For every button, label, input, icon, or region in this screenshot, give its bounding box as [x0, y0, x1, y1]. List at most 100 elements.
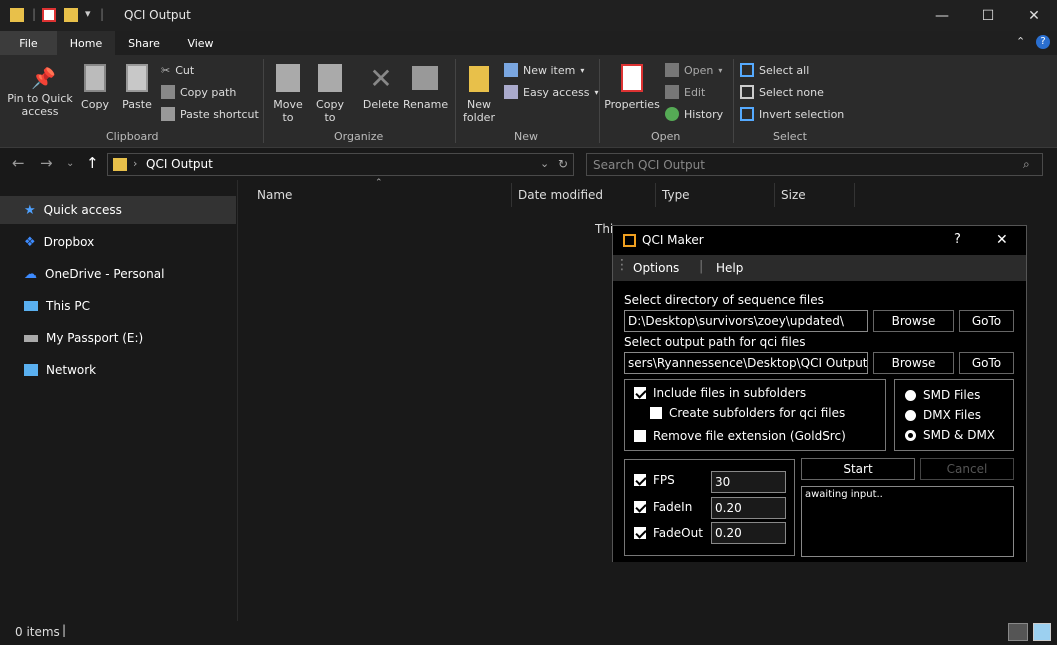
pc-icon	[24, 301, 38, 311]
forward-button[interactable]: →	[40, 154, 53, 172]
new-item-button[interactable]: New item ▾	[504, 61, 584, 79]
seq-dir-input[interactable]: D:\Desktop\survivors\zoey\updated\	[624, 310, 868, 332]
menu-help[interactable]: Help	[716, 261, 743, 275]
output-path-input[interactable]: sers\Ryannessence\Desktop\QCI Output\	[624, 352, 868, 374]
output-browse-button[interactable]: Browse	[873, 352, 954, 374]
fadeout-input[interactable]: 0.20	[711, 522, 786, 544]
close-button[interactable]: ✕	[1011, 0, 1057, 31]
nav-item-this-pc[interactable]: This PC	[0, 292, 236, 320]
search-box[interactable]: Search QCI Output ⌕	[586, 153, 1043, 176]
help-icon[interactable]: ?	[1036, 35, 1050, 49]
invert-selection-button[interactable]: Invert selection	[740, 105, 844, 123]
copy-to-label: Copy to	[316, 98, 344, 124]
properties-quick-icon[interactable]	[42, 8, 56, 22]
folder-icon	[113, 158, 127, 171]
nav-item-dropbox[interactable]: ❖ Dropbox	[0, 228, 236, 256]
new-folder-quick-icon[interactable]	[64, 8, 78, 22]
new-folder-button[interactable]: New folder	[461, 60, 497, 124]
new-item-label: New item	[523, 63, 576, 77]
menu-options[interactable]: Options	[633, 261, 679, 275]
dialog-title: QCI Maker	[642, 233, 704, 247]
remove-extension-checkbox[interactable]: Remove file extension (GoldSrc)	[634, 429, 846, 443]
nav-item-quick-access[interactable]: ★ Quick access	[0, 196, 236, 224]
dialog-help-button[interactable]: ?	[954, 232, 961, 247]
group-clipboard: Clipboard	[106, 130, 159, 143]
fadein-checkbox[interactable]: FadeIn	[634, 500, 692, 514]
move-to-button[interactable]: Move to	[270, 60, 306, 124]
nav-label: This PC	[46, 299, 90, 313]
column-header-name[interactable]: Name	[251, 183, 512, 207]
radio-label: DMX Files	[923, 408, 981, 422]
minimize-button[interactable]: —	[919, 0, 965, 31]
paste-button[interactable]: Paste	[119, 60, 155, 111]
nav-item-network[interactable]: Network	[0, 356, 236, 384]
start-button[interactable]: Start	[801, 458, 915, 480]
history-button[interactable]: History	[665, 105, 723, 123]
column-header-type[interactable]: Type	[656, 183, 775, 207]
up-button[interactable]: ↑	[86, 154, 99, 172]
address-bar[interactable]: › QCI Output ⌄ ↻	[107, 153, 574, 176]
output-goto-button[interactable]: GoTo	[959, 352, 1014, 374]
checkbox-unchecked-icon	[650, 407, 662, 419]
edit-button[interactable]: Edit	[665, 83, 705, 101]
open-label: Open	[684, 63, 714, 77]
move-to-label: Move to	[273, 98, 303, 124]
fadein-label: FadeIn	[653, 500, 693, 514]
radio-off-icon	[905, 389, 916, 401]
fps-checkbox[interactable]: FPS	[634, 473, 675, 487]
copy-path-button[interactable]: Copy path	[161, 83, 236, 101]
address-dropdown-icon[interactable]: ⌄	[540, 157, 549, 170]
cancel-button[interactable]: Cancel	[920, 458, 1014, 480]
seq-browse-button[interactable]: Browse	[873, 310, 954, 332]
checkbox-checked-icon	[634, 474, 646, 486]
select-none-label: Select none	[759, 85, 824, 99]
maximize-button[interactable]: ☐	[965, 0, 1011, 31]
nav-item-onedrive[interactable]: ☁ OneDrive - Personal	[0, 260, 236, 288]
nav-label: OneDrive - Personal	[45, 267, 165, 281]
log-output[interactable]: awaiting input..	[801, 486, 1014, 557]
divider: |	[699, 259, 704, 274]
column-header-date[interactable]: Date modified	[512, 183, 656, 207]
customize-qat-icon[interactable]: ▾	[85, 7, 91, 20]
easy-access-button[interactable]: Easy access ▾	[504, 83, 599, 101]
tab-share[interactable]: Share	[115, 31, 173, 55]
divider: |	[100, 7, 105, 21]
seq-dir-label: Select directory of sequence files	[624, 293, 824, 307]
column-header-size[interactable]: Size	[775, 183, 855, 207]
copy-icon	[84, 64, 106, 92]
copy-button[interactable]: Copy	[78, 60, 112, 111]
radio-dmx-files[interactable]: DMX Files	[905, 408, 981, 422]
large-icons-view-button[interactable]	[1033, 623, 1051, 641]
create-subfolders-checkbox[interactable]: Create subfolders for qci files	[650, 406, 845, 420]
delete-button[interactable]: ✕ Delete	[362, 60, 400, 111]
tab-file[interactable]: File	[0, 31, 57, 55]
fps-input[interactable]: 30	[711, 471, 786, 493]
details-view-button[interactable]	[1008, 623, 1028, 641]
cut-button[interactable]: ✂ Cut	[161, 61, 194, 79]
radio-smd-dmx[interactable]: SMD & DMX	[905, 428, 995, 442]
open-button[interactable]: Open ▾	[665, 61, 722, 79]
paste-shortcut-button[interactable]: Paste shortcut	[161, 105, 259, 123]
nav-item-my-passport[interactable]: My Passport (E:)	[0, 324, 236, 352]
fadein-input[interactable]: 0.20	[711, 497, 786, 519]
select-all-button[interactable]: Select all	[740, 61, 809, 79]
seq-goto-button[interactable]: GoTo	[959, 310, 1014, 332]
checkbox-checked-icon	[634, 527, 646, 539]
dialog-close-button[interactable]: ✕	[996, 232, 1008, 248]
tab-view[interactable]: View	[173, 31, 228, 55]
rename-button[interactable]: Rename	[403, 60, 448, 111]
dropbox-icon: ❖	[24, 234, 36, 250]
back-button[interactable]: ←	[12, 154, 25, 172]
select-none-button[interactable]: Select none	[740, 83, 824, 101]
copy-to-button[interactable]: Copy to	[312, 60, 348, 124]
fadeout-checkbox[interactable]: FadeOut	[634, 526, 703, 540]
include-subfolders-checkbox[interactable]: Include files in subfolders	[634, 386, 806, 400]
invert-selection-label: Invert selection	[759, 107, 845, 121]
recent-locations-icon[interactable]: ⌄	[66, 158, 74, 169]
collapse-ribbon-icon[interactable]: ⌃	[1016, 35, 1025, 48]
pin-quick-access-button[interactable]: 📌 Pin to Quick access	[6, 60, 74, 118]
properties-button[interactable]: Properties	[604, 60, 660, 111]
refresh-icon[interactable]: ↻	[558, 157, 568, 171]
tab-home[interactable]: Home	[57, 31, 115, 55]
radio-smd-files[interactable]: SMD Files	[905, 388, 980, 402]
